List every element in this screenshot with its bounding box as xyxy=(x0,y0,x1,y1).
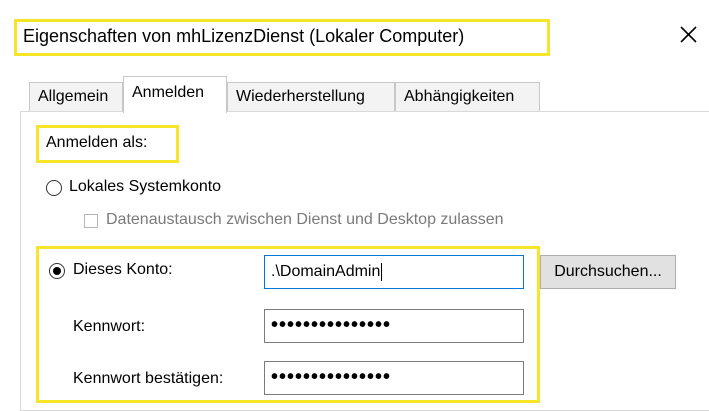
browse-button[interactable]: Durchsuchen... xyxy=(540,255,676,289)
this-account-label: Dieses Konto: xyxy=(73,261,173,278)
confirm-password-label: Kennwort bestätigen: xyxy=(73,370,224,387)
password-input[interactable]: ••••••••••••••• xyxy=(264,309,524,343)
this-account-radio[interactable] xyxy=(49,263,65,279)
local-system-radio[interactable] xyxy=(46,180,62,196)
tab-label: Wiederherstellung xyxy=(236,88,365,105)
tab-label: Abhängigkeiten xyxy=(404,88,515,105)
logon-as-highlight xyxy=(36,125,179,163)
tab-wiederherstellung[interactable]: Wiederherstellung xyxy=(227,82,395,112)
password-value: ••••••••••••••• xyxy=(271,314,392,336)
desktop-interaction-label: Datenaustausch zwischen Dienst und Deskt… xyxy=(106,211,504,228)
password-label: Kennwort: xyxy=(73,318,146,335)
confirm-password-value: ••••••••••••••• xyxy=(271,366,392,388)
title-highlight xyxy=(14,19,550,56)
tab-abhaengigkeiten[interactable]: Abhängigkeiten xyxy=(395,82,540,112)
local-system-label: Lokales Systemkonto xyxy=(69,178,222,195)
account-value: .\DomainAdmin xyxy=(271,263,381,280)
tab-anmelden[interactable]: Anmelden xyxy=(123,76,227,113)
account-input[interactable]: .\DomainAdmin xyxy=(264,255,524,289)
desktop-interaction-checkbox xyxy=(84,214,98,228)
text-cursor xyxy=(381,262,383,281)
tab-allgemein[interactable]: Allgemein xyxy=(29,82,123,112)
tab-label: Allgemein xyxy=(38,88,109,105)
confirm-password-input[interactable]: ••••••••••••••• xyxy=(264,361,524,395)
close-icon[interactable] xyxy=(675,20,703,48)
tab-label: Anmelden xyxy=(132,84,205,101)
